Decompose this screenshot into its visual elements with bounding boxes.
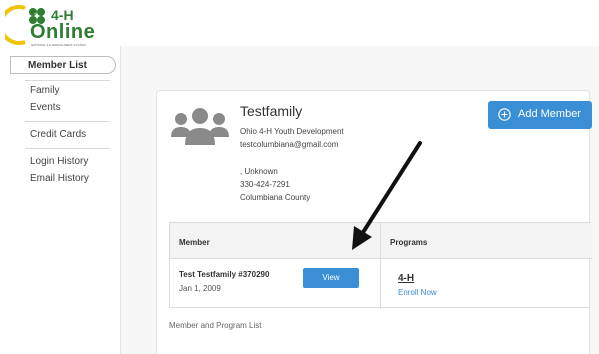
logo-online-text: Online xyxy=(30,21,96,43)
sidebar-divider xyxy=(25,148,110,149)
group-avatar-icon xyxy=(171,108,229,145)
sidebar: Member List Family Events Credit Cards L… xyxy=(0,46,120,354)
table-row: Test Testfamily #370290 Jan 1, 2009 View xyxy=(170,259,381,309)
main-content: Testfamily Ohio 4-H Youth Development te… xyxy=(120,46,599,354)
sidebar-item-family[interactable]: Family xyxy=(30,85,59,96)
svg-text:H: H xyxy=(35,11,38,16)
program-4h-link[interactable]: 4-H xyxy=(398,273,414,284)
member-dob: Jan 1, 2009 xyxy=(179,284,221,293)
program-cell: 4-H Enroll Now xyxy=(381,259,592,309)
sidebar-item-email-history[interactable]: Email History xyxy=(30,173,89,184)
family-address: , Unknown xyxy=(240,167,278,176)
enroll-now-link[interactable]: Enroll Now xyxy=(398,288,437,297)
member-program-table: Member Programs Test Testfamily #370290 … xyxy=(169,222,592,309)
sidebar-item-credit-cards[interactable]: Credit Cards xyxy=(30,129,86,140)
member-program-list-label: Member and Program List xyxy=(169,321,262,330)
top-bar: H 4-H Online NATIONAL 4-H ENROLLMENT SYS… xyxy=(0,0,599,47)
column-header-programs: Programs xyxy=(381,223,592,259)
four-h-online-logo[interactable]: H 4-H Online NATIONAL 4-H ENROLLMENT SYS… xyxy=(0,4,95,47)
column-header-member: Member xyxy=(170,223,381,259)
add-member-button[interactable]: Add Member xyxy=(488,101,592,129)
family-email: testcolumbiana@gmail.com xyxy=(240,140,339,149)
family-county: Columbiana County xyxy=(240,193,311,202)
add-member-label: Add Member xyxy=(518,108,581,120)
family-phone: 330-424-7291 xyxy=(240,180,290,189)
view-member-button[interactable]: View xyxy=(303,268,359,288)
family-card: Testfamily Ohio 4-H Youth Development te… xyxy=(156,90,592,354)
plus-circle-icon xyxy=(498,108,511,121)
family-name: Testfamily xyxy=(240,103,303,119)
sidebar-divider xyxy=(25,121,110,122)
member-name: Test Testfamily #370290 xyxy=(179,270,270,279)
sidebar-item-events[interactable]: Events xyxy=(30,102,61,113)
sidebar-item-login-history[interactable]: Login History xyxy=(30,156,88,167)
sidebar-divider xyxy=(25,80,110,81)
sidebar-item-member-list[interactable]: Member List xyxy=(10,56,116,74)
family-organization: Ohio 4-H Youth Development xyxy=(240,127,344,136)
